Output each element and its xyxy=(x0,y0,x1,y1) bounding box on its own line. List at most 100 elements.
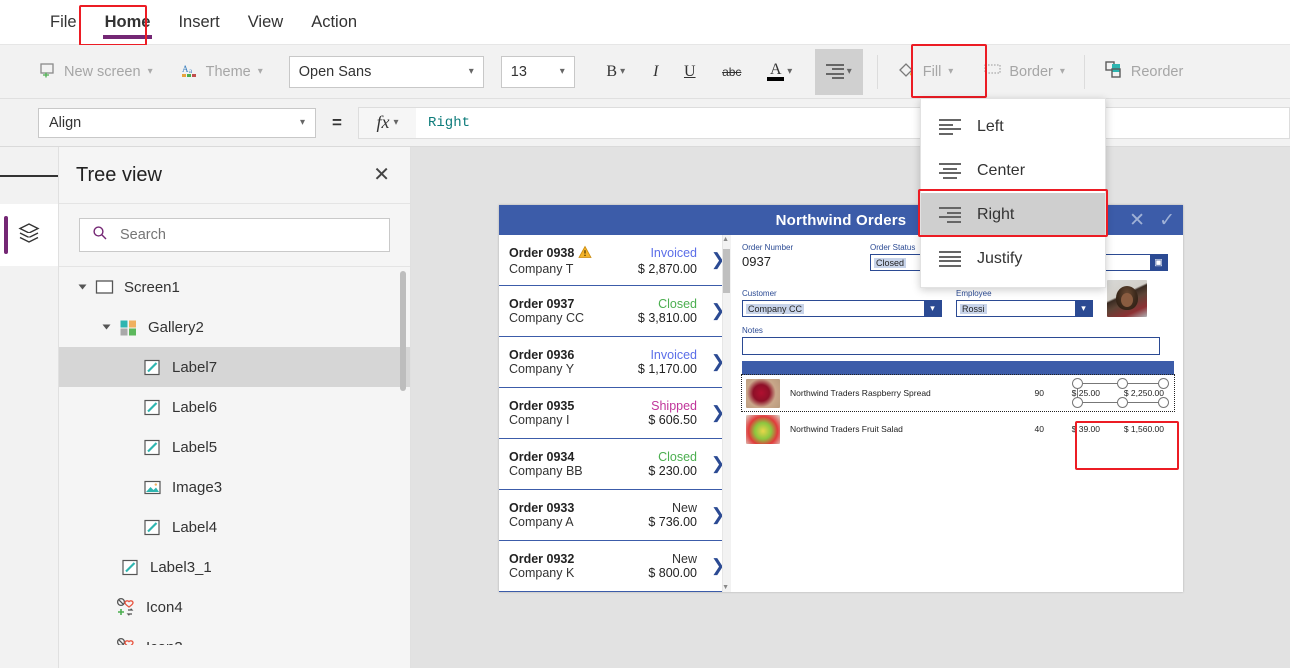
gallery-row-content: Order 0933 New Company A $ 736.00 xyxy=(509,501,705,529)
gallery-row-bottom: Company A $ 736.00 xyxy=(509,515,705,529)
font-size-select[interactable]: 13 ▾ xyxy=(500,55,575,88)
equals-sign: = xyxy=(332,112,342,132)
tree-node-screen1[interactable]: Screen1 xyxy=(59,267,410,307)
field-notes: Notes xyxy=(742,326,1174,355)
field-label: Customer xyxy=(742,289,777,298)
resize-handle-top-left[interactable] xyxy=(1072,378,1083,389)
label-icon xyxy=(139,358,165,377)
order-number-value: 0937 xyxy=(742,254,771,269)
customer-select[interactable]: Company CC ▾ xyxy=(742,300,942,317)
font-color-icon: A xyxy=(767,61,785,81)
gallery-scrollbar[interactable]: ▲ ▼ xyxy=(722,235,731,592)
tree-node-label: Label7 xyxy=(172,358,218,376)
bold-label: B xyxy=(606,62,618,80)
bold-button[interactable]: B ▾ xyxy=(593,52,639,92)
align-menu-item-center[interactable]: Center xyxy=(921,149,1105,193)
expand-arrow-icon[interactable] xyxy=(73,283,91,291)
gallery-row[interactable]: Order 0932 New Company K $ 800.00 ❯ xyxy=(499,541,731,592)
order-status: Invoiced xyxy=(650,348,697,362)
chevron-down-icon[interactable]: ▾ xyxy=(1075,301,1092,316)
new-screen-button[interactable]: New screen ▾ xyxy=(30,52,162,92)
chevron-down-icon[interactable]: ▾ xyxy=(924,301,941,316)
gallery-row-bottom: Company CC $ 3,810.00 xyxy=(509,311,705,325)
gallery-row[interactable]: Order 0934 Closed Company BB $ 230.00 ❯ xyxy=(499,439,731,490)
text-align-button[interactable]: ▾ xyxy=(814,48,863,95)
theme-button[interactable]: Aa Theme ▾ xyxy=(172,52,272,92)
menu-item-label: File xyxy=(50,12,77,31)
order-line-row[interactable]: Northwind Traders Raspberry Spread 90 $ … xyxy=(741,374,1175,412)
align-menu-item-right[interactable]: Right xyxy=(921,193,1105,237)
gallery-row[interactable]: Order 0935 Shipped Company I $ 606.50 ❯ xyxy=(499,388,731,439)
tree-node-label: Label5 xyxy=(172,438,218,456)
scroll-up-icon[interactable]: ▲ xyxy=(722,236,729,243)
rail-item-tree-view[interactable] xyxy=(0,204,58,266)
order-amount: $ 3,810.00 xyxy=(637,311,697,325)
tree-node-label7[interactable]: Label7 xyxy=(59,347,410,387)
resize-handle-bottom-right[interactable] xyxy=(1158,397,1169,408)
font-color-button[interactable]: A ▾ xyxy=(757,52,803,92)
resize-handle-bottom-left[interactable] xyxy=(1072,397,1083,408)
search-input[interactable] xyxy=(118,226,377,244)
reorder-label: Reorder xyxy=(1130,63,1184,80)
notes-input[interactable] xyxy=(742,337,1160,355)
tree-scrollbar[interactable] xyxy=(400,271,406,391)
hamburger-line xyxy=(0,174,20,177)
handle-connector xyxy=(1083,383,1119,384)
tree-node-label6[interactable]: Label6 xyxy=(59,387,410,427)
strikethrough-button[interactable]: abc xyxy=(715,52,749,92)
fill-button[interactable]: Fill ▾ xyxy=(888,52,963,92)
fx-button[interactable]: fx ▾ xyxy=(358,106,416,139)
gallery-row-top: Order 0932 New xyxy=(509,552,705,566)
resize-handle-bottom-center[interactable] xyxy=(1117,397,1128,408)
tree-node-icon3[interactable]: Icon3 xyxy=(59,627,410,645)
gallery-row-content: Order 0934 Closed Company BB $ 230.00 xyxy=(509,450,705,478)
formula-input[interactable]: Right xyxy=(416,106,1290,139)
resize-handle-top-right[interactable] xyxy=(1158,378,1169,389)
tree-node-icon4[interactable]: Icon4 xyxy=(59,587,410,627)
employee-select[interactable]: Rossi ▾ xyxy=(956,300,1093,317)
handle-connector xyxy=(1128,402,1159,403)
menu-item-file[interactable]: File xyxy=(36,0,91,45)
menu-item-view[interactable]: View xyxy=(234,0,297,45)
tree-node-label4[interactable]: Label4 xyxy=(59,507,410,547)
font-size-value: 13 xyxy=(510,63,527,80)
menu-item-home[interactable]: Home xyxy=(91,0,165,45)
label-icon xyxy=(139,518,165,537)
calendar-icon[interactable]: ▣ xyxy=(1150,255,1167,270)
chevron-down-icon: ▾ xyxy=(468,66,474,77)
italic-button[interactable]: I xyxy=(639,52,673,92)
cancel-icon[interactable]: ✕ xyxy=(1129,211,1145,230)
border-button[interactable]: Border ▾ xyxy=(974,52,1074,92)
align-menu-item-left[interactable]: Left xyxy=(921,105,1105,149)
tree-node-label3-1[interactable]: Label3_1 xyxy=(59,547,410,587)
menu-item-insert[interactable]: Insert xyxy=(164,0,233,45)
tree-node-image3[interactable]: Image3 xyxy=(59,467,410,507)
align-menu-item-justify[interactable]: Justify xyxy=(921,237,1105,281)
gallery-row[interactable]: Order 0936 Invoiced Company Y $ 1,170.00… xyxy=(499,337,731,388)
gallery-row[interactable]: Order 0933 New Company A $ 736.00 ❯ xyxy=(499,490,731,541)
order-line-row[interactable]: Northwind Traders Fruit Salad 40 $ 39.00… xyxy=(742,411,1174,447)
property-select[interactable]: Align ▾ xyxy=(38,107,316,138)
resize-handle-top-center[interactable] xyxy=(1117,378,1128,389)
underline-button[interactable]: U xyxy=(673,52,707,92)
reorder-button[interactable]: Reorder xyxy=(1095,52,1192,92)
font-family-select[interactable]: Open Sans ▾ xyxy=(288,55,484,88)
order-detail-form: Order Number 0937 Order Status Closed Da… xyxy=(731,235,1183,592)
expand-arrow-icon[interactable] xyxy=(97,323,115,331)
search-box[interactable] xyxy=(79,218,390,252)
tree-node-label: Label4 xyxy=(172,518,218,536)
italic-label: I xyxy=(653,62,659,80)
gallery-scroll-thumb[interactable] xyxy=(723,249,730,293)
scroll-down-icon[interactable]: ▼ xyxy=(722,584,729,591)
gallery-row[interactable]: Order 0938 Invoiced Company T $ 2,870.00 xyxy=(499,235,731,286)
confirm-icon[interactable]: ✓ xyxy=(1159,211,1175,230)
menu-item-action[interactable]: Action xyxy=(297,0,371,45)
chevron-down-icon: ▾ xyxy=(299,117,305,128)
icon-icon xyxy=(113,637,139,645)
tree-node-gallery2[interactable]: Gallery2 xyxy=(59,307,410,347)
gallery-row[interactable]: Order 0937 Closed Company CC $ 3,810.00 … xyxy=(499,286,731,337)
close-icon[interactable]: ✕ xyxy=(373,165,390,185)
tree-node-label5[interactable]: Label5 xyxy=(59,427,410,467)
hamburger-menu-icon[interactable] xyxy=(0,147,58,204)
product-name: Northwind Traders Raspberry Spread xyxy=(790,388,931,398)
